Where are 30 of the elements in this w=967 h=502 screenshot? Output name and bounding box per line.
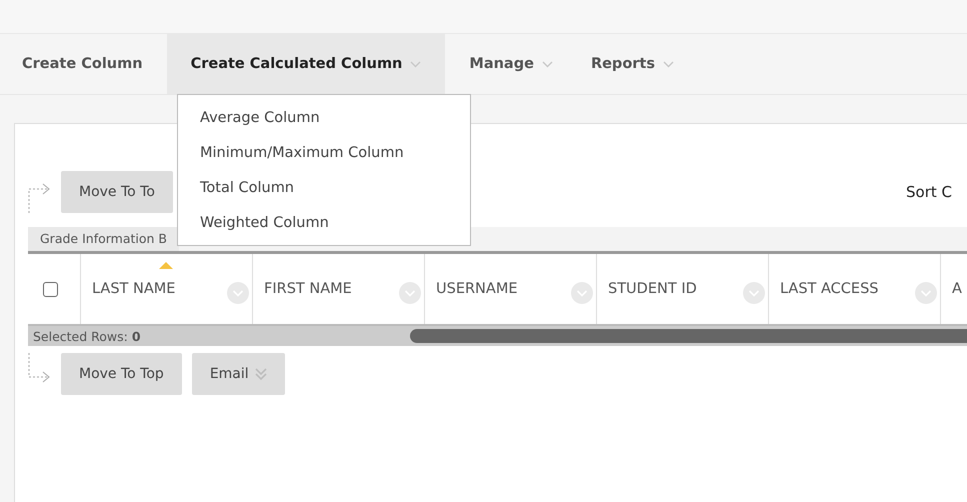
grade-information-label[interactable]: Grade Information B (28, 227, 179, 251)
column-label: FIRST NAME (264, 281, 352, 297)
column-header[interactable]: FIRST NAME (252, 254, 424, 324)
move-to-top-button[interactable]: Move To Top (61, 353, 182, 395)
menu-item[interactable]: Weighted Column (178, 206, 470, 241)
column-header[interactable]: LAST ACCESS (768, 254, 940, 324)
nav-tab[interactable]: Create Calculated Column (166, 34, 446, 94)
column-header[interactable]: LAST NAME (80, 254, 252, 324)
menu-item[interactable]: Total Column (178, 171, 470, 206)
column-header[interactable]: USERNAME (424, 254, 596, 324)
column-header[interactable]: STUDENT ID (596, 254, 768, 324)
column-label: LAST NAME (92, 281, 176, 297)
email-button[interactable]: Email (192, 353, 285, 395)
sort-label[interactable]: Sort C (906, 183, 952, 201)
menu-item[interactable]: Average Column (178, 101, 470, 136)
nav-tab[interactable]: Create Column (8, 34, 157, 94)
selected-rows-count: Selected Rows: 0 (32, 328, 142, 344)
column-label: LAST ACCESS (780, 281, 878, 297)
column-label: A (952, 281, 962, 297)
arrow-icon (28, 353, 51, 383)
arrow-icon (28, 183, 51, 213)
column-label: STUDENT ID (608, 281, 697, 297)
move-to-top-button[interactable]: Move To To (61, 171, 173, 213)
nav-tab[interactable]: Reports (576, 34, 688, 94)
column-header[interactable]: A (940, 254, 967, 324)
scrollbar-thumb[interactable] (410, 329, 967, 343)
select-all-checkbox[interactable] (43, 282, 58, 296)
menu-item[interactable]: Minimum/Maximum Column (178, 136, 470, 171)
column-label: USERNAME (436, 281, 518, 297)
nav-tab[interactable]: Manage (455, 34, 567, 94)
